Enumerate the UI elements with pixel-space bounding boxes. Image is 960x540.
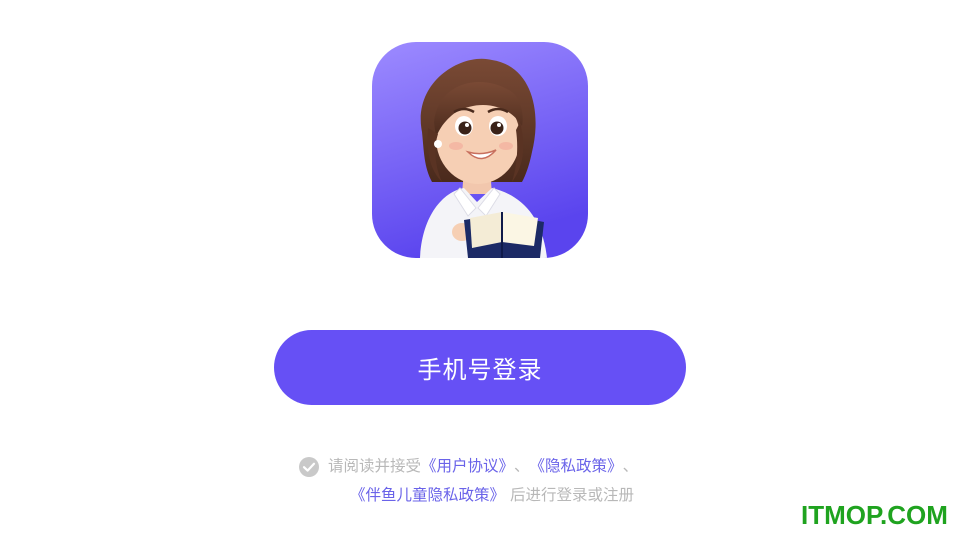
privacy-policy-link[interactable]: 《隐私政策》 — [530, 452, 623, 481]
agreement-separator: 、 — [622, 457, 639, 475]
site-watermark: ITMOP.COM — [801, 500, 948, 530]
agreement-suffix: 后进行登录或注册 — [509, 486, 634, 504]
user-agreement-link[interactable]: 《用户协议》 — [421, 452, 514, 481]
check-circle-icon[interactable] — [298, 456, 320, 478]
agreement-prefix: 请阅读并接受 — [328, 457, 422, 475]
app-logo — [372, 42, 588, 258]
child-privacy-policy-link[interactable]: 《伴鱼儿童隐私政策》 — [350, 486, 505, 504]
teacher-avatar-icon — [372, 42, 588, 258]
agreement-separator: 、 — [514, 457, 530, 475]
agreement-notice: 请阅读并接受 《用户协议》 、 《隐私政策》 、 《伴鱼儿童隐私政策》 后进行登… — [298, 452, 678, 510]
login-screen: 手机号登录 请阅读并接受 《用户协议》 、 《隐私政策》 、 《伴鱼儿童隐私政策… — [0, 0, 960, 540]
phone-login-button[interactable]: 手机号登录 — [274, 330, 686, 405]
